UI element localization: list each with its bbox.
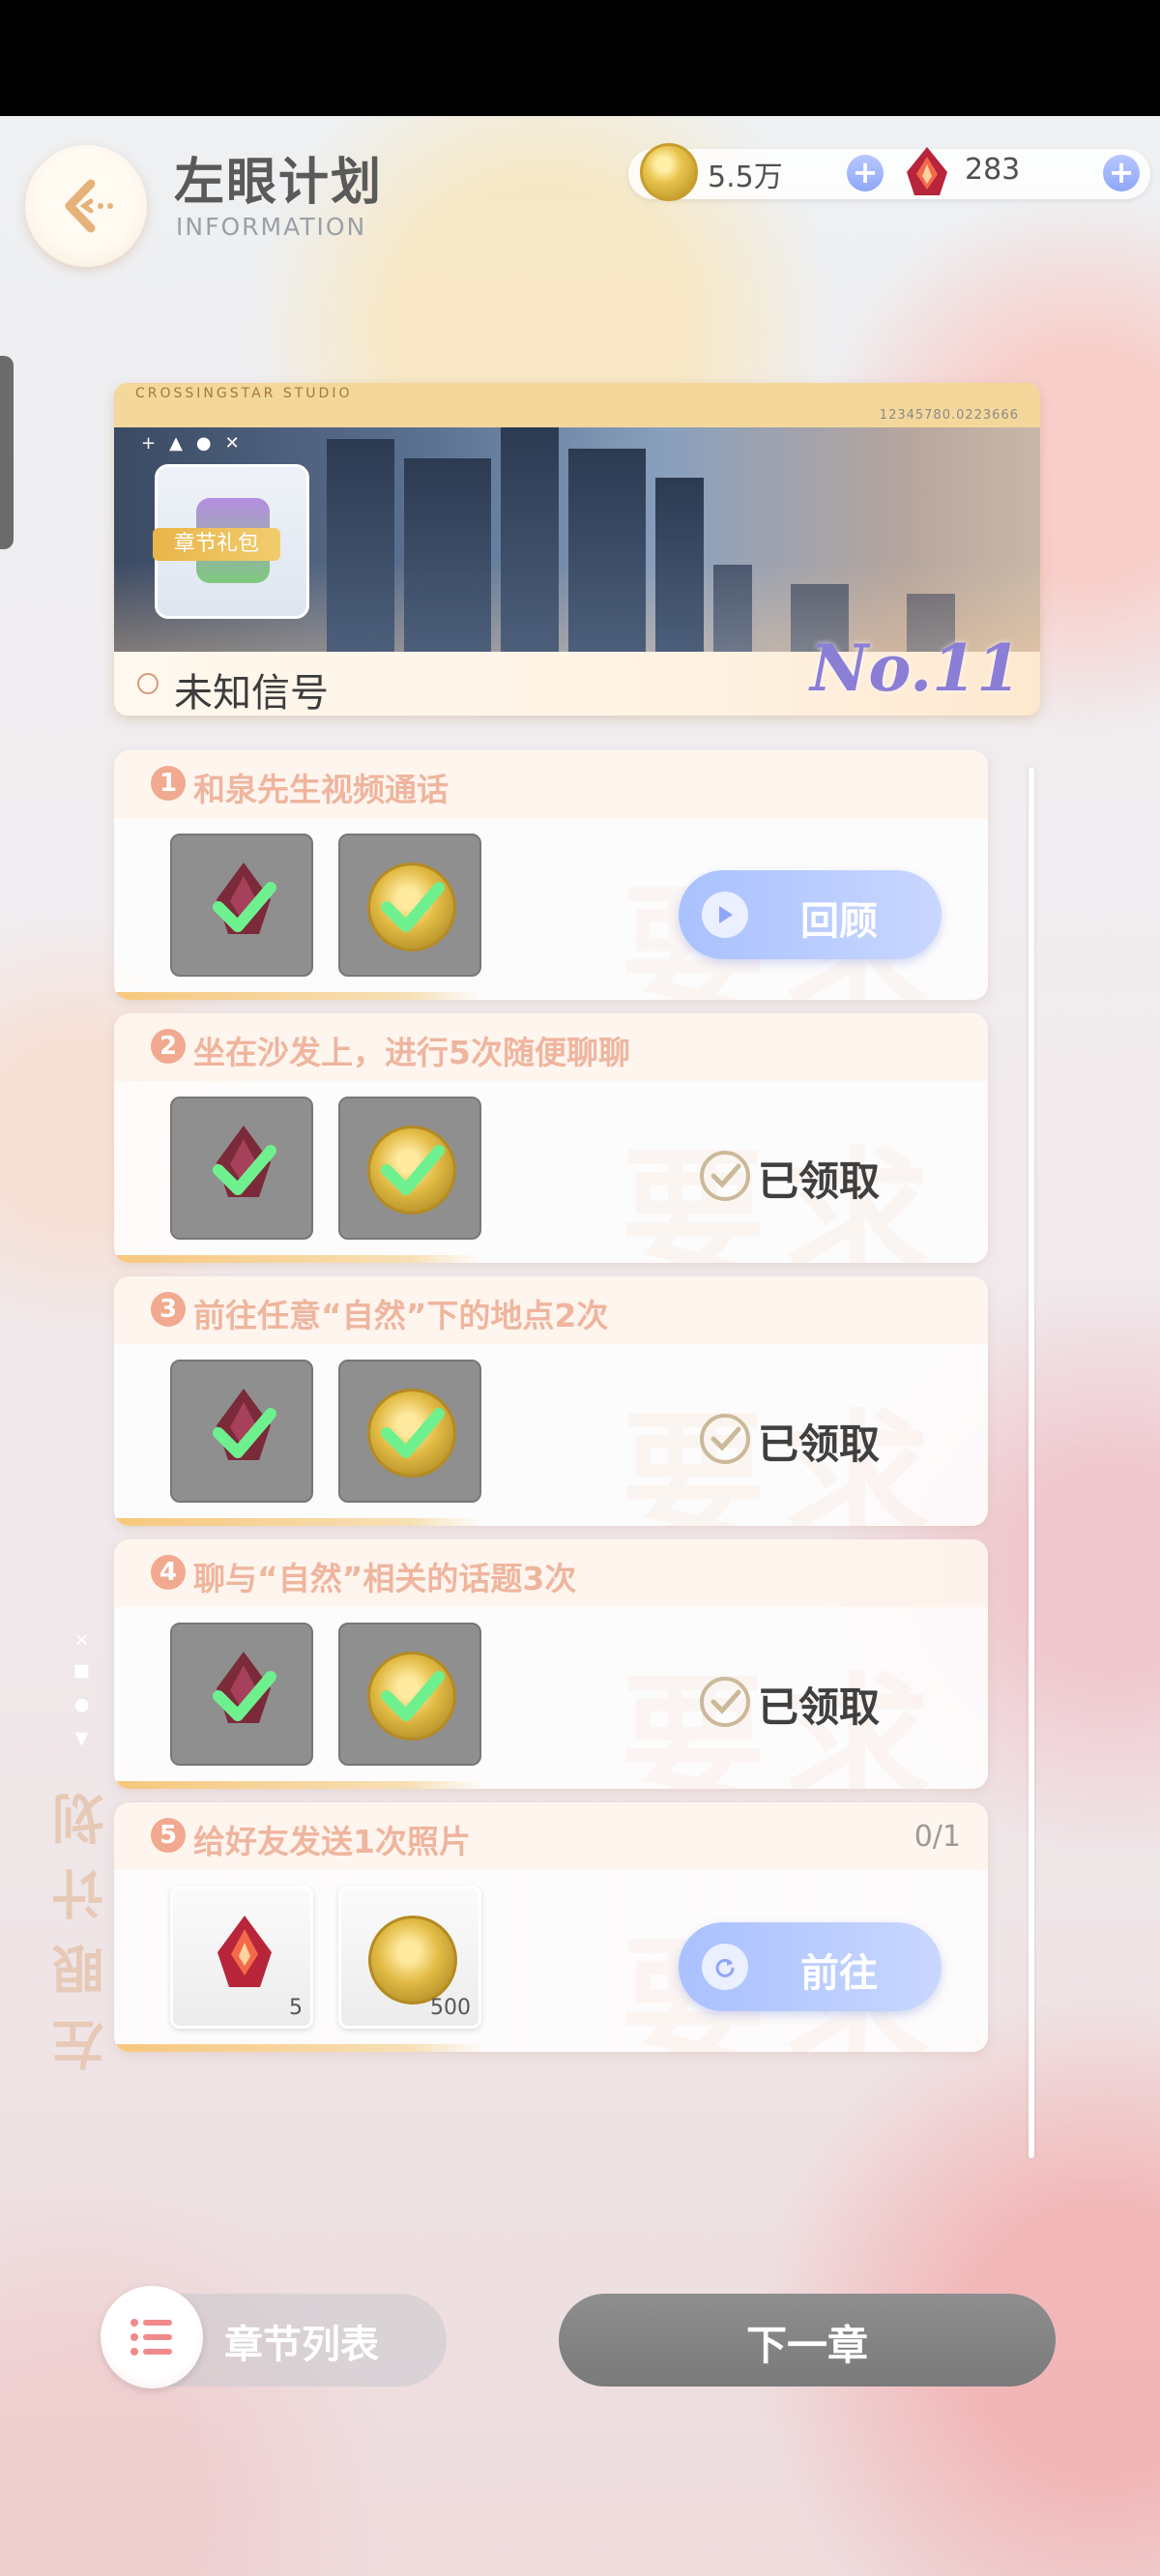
list-icon <box>130 2319 172 2356</box>
reward-quantity: 500 <box>430 1996 471 2020</box>
side-deco-icons: ▲●■✕ <box>72 1615 92 1750</box>
chapter-list-label: 章节列表 <box>224 2323 379 2367</box>
next-chapter-button[interactable]: 下一章 <box>559 2294 1056 2386</box>
reward-coin <box>338 1623 481 1766</box>
banner-deco-icons: +▲●✕ <box>141 433 253 454</box>
chapter-list-icon-button[interactable] <box>101 2286 203 2388</box>
gift-pack-label: 章节礼包 <box>153 528 280 561</box>
review-button-label: 回顾 <box>800 899 878 944</box>
add-gems-button[interactable]: + <box>1103 155 1140 191</box>
check-icon <box>213 1408 276 1458</box>
go-button[interactable]: 前往 <box>679 1922 942 2011</box>
add-coins-button[interactable]: + <box>847 155 884 191</box>
reward-crystal <box>170 1360 313 1503</box>
task-card-3: 要求 3 前往任意“自然”下的地点2次 已领取 <box>114 1276 988 1526</box>
back-arrow-icon <box>65 179 113 233</box>
task-card-4: 要求 4 聊与“自然”相关的话题3次 已领取 <box>114 1539 988 1789</box>
task-title: 给好友发送1次照片 <box>193 1823 471 1860</box>
check-icon <box>213 1671 276 1721</box>
back-button[interactable] <box>25 145 147 267</box>
chapter-number: No.11 <box>809 630 1021 706</box>
task-card-5: 要求 5 给好友发送1次照片 0/1 5 500 前往 <box>114 1802 988 2052</box>
reward-coin[interactable]: 500 <box>338 1886 481 2029</box>
chapter-banner: CROSSINGSTAR STUDIO 12345780.0223666 +▲●… <box>114 383 1040 716</box>
side-vertical-title: 左眼计划 <box>52 1770 113 2071</box>
claimed-label: 已领取 <box>758 1157 881 1205</box>
task-title: 前往任意“自然”下的地点2次 <box>193 1297 609 1334</box>
play-icon <box>702 892 748 938</box>
task-card-1: 要求 1 和泉先生视频通话 回顾 <box>114 750 988 1000</box>
claimed-label: 已领取 <box>758 1420 881 1468</box>
task-number-badge: 5 <box>151 1818 186 1853</box>
task-title: 坐在沙发上，进行5次随便聊聊 <box>193 1034 630 1071</box>
check-icon <box>381 1145 445 1195</box>
banner-footer: 未知信号 No.11 <box>114 630 1040 716</box>
target-icon <box>137 673 159 694</box>
scrollbar[interactable] <box>1029 768 1034 2158</box>
currency-bar <box>628 149 1150 199</box>
circle-check-icon <box>700 1677 750 1727</box>
reward-crystal <box>170 1623 313 1766</box>
red-crystal-icon <box>907 147 947 195</box>
check-icon <box>381 1671 445 1721</box>
red-crystal-icon <box>218 1916 272 1987</box>
claimed-label: 已领取 <box>758 1683 881 1731</box>
banner-code: 12345780.0223666 <box>879 408 1019 423</box>
reward-crystal[interactable]: 5 <box>170 1886 313 2029</box>
reward-crystal <box>170 834 313 977</box>
circle-check-icon <box>700 1151 750 1201</box>
check-icon <box>381 882 445 932</box>
reward-quantity: 5 <box>289 1996 303 2020</box>
task-number-badge: 1 <box>151 766 186 801</box>
side-drawer-handle[interactable] <box>0 356 14 549</box>
page-subtitle: INFORMATION <box>176 213 367 241</box>
check-icon <box>213 1145 276 1195</box>
check-icon <box>381 1408 445 1458</box>
task-progress: 0/1 <box>914 1820 961 1854</box>
gem-balance: 283 <box>965 153 1021 187</box>
refresh-arrow-icon <box>702 1944 748 1990</box>
task-number-badge: 3 <box>151 1292 186 1327</box>
task-number-badge: 2 <box>151 1029 186 1064</box>
task-title: 和泉先生视频通话 <box>193 771 449 808</box>
next-chapter-label: 下一章 <box>745 2322 868 2369</box>
task-card-2: 要求 2 坐在沙发上，进行5次随便聊聊 已领取 <box>114 1013 988 1263</box>
status-bar <box>0 0 1160 116</box>
go-button-label: 前往 <box>800 1951 878 1996</box>
task-title: 聊与“自然”相关的话题3次 <box>193 1560 577 1597</box>
reward-coin <box>338 834 481 977</box>
studio-label: CROSSINGSTAR STUDIO <box>135 386 353 401</box>
coin-balance: 5.5万 <box>708 161 783 194</box>
reward-coin <box>338 1360 481 1503</box>
gold-coin-icon <box>368 1916 457 2005</box>
review-button[interactable]: 回顾 <box>679 870 942 959</box>
reward-crystal <box>170 1097 313 1240</box>
circle-check-icon <box>700 1414 750 1464</box>
task-number-badge: 4 <box>151 1555 186 1590</box>
reward-coin <box>338 1097 481 1240</box>
page-title: 左眼计划 <box>174 154 384 212</box>
gold-coin-icon <box>640 143 698 201</box>
chapter-name: 未知信号 <box>174 671 329 716</box>
check-icon <box>213 882 276 932</box>
